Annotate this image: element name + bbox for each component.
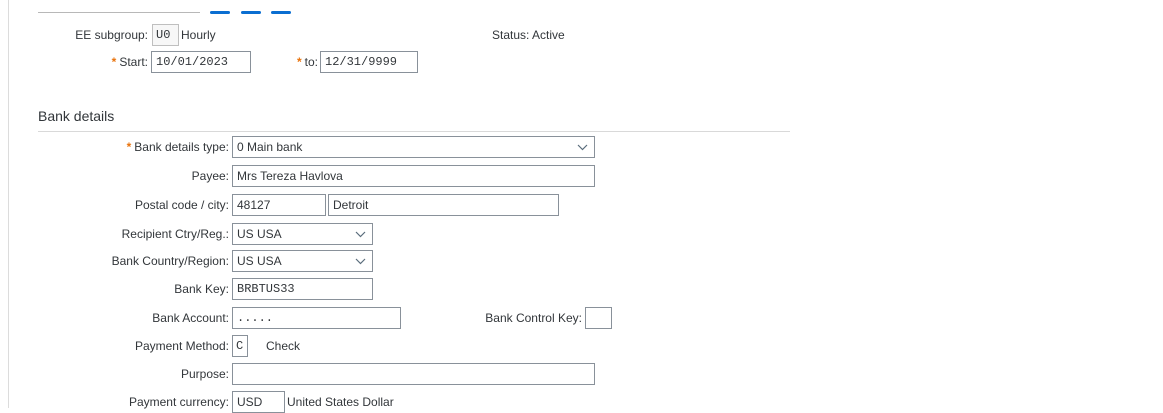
bank-country-label: Bank Country/Region: bbox=[111, 254, 229, 268]
ee-subgroup-code: U0 bbox=[152, 24, 179, 46]
section-title-bank-details: Bank details bbox=[38, 108, 115, 124]
payment-currency-label: Payment currency: bbox=[128, 395, 229, 409]
bank-key-label: Bank Key: bbox=[174, 282, 229, 296]
bank-control-key-input[interactable] bbox=[585, 307, 612, 329]
required-asterisk: * bbox=[296, 55, 302, 69]
status-value: Active bbox=[532, 28, 565, 42]
recipient-country-value: US USA bbox=[237, 227, 282, 241]
status-label: Status: bbox=[492, 28, 530, 42]
bank-key-input[interactable]: BRBTUS33 bbox=[232, 278, 373, 300]
bank-country-value: US USA bbox=[237, 254, 282, 268]
required-asterisk: * bbox=[126, 140, 132, 154]
city-input[interactable]: Detroit bbox=[328, 194, 559, 216]
bank-account-label: Bank Account: bbox=[152, 311, 229, 325]
payee-label: Payee: bbox=[191, 169, 229, 183]
payment-currency-input[interactable]: USD bbox=[232, 391, 285, 413]
end-date-input[interactable]: 12/31/9999 bbox=[320, 51, 418, 73]
ee-subgroup-text: Hourly bbox=[181, 28, 216, 42]
postal-code-input[interactable]: 48127 bbox=[232, 194, 326, 216]
recipient-country-label: Recipient Ctry/Reg.: bbox=[121, 227, 229, 241]
ee-subgroup-label: EE subgroup: bbox=[75, 28, 148, 42]
purpose-label: Purpose: bbox=[180, 367, 229, 381]
payment-method-text: Check bbox=[266, 339, 301, 353]
left-border bbox=[8, 0, 9, 408]
top-tab-indicator[interactable] bbox=[271, 11, 291, 14]
payment-method-input[interactable]: C bbox=[232, 335, 248, 357]
bank-details-type-value: 0 Main bank bbox=[237, 140, 303, 154]
top-divider bbox=[38, 12, 200, 13]
chevron-down-icon[interactable] bbox=[577, 137, 588, 157]
bank-control-key-label: Bank Control Key: bbox=[485, 311, 582, 325]
postal-city-label: Postal code / city: bbox=[134, 198, 229, 212]
bank-details-type-select[interactable]: 0 Main bank bbox=[232, 136, 595, 158]
payment-currency-text: United States Dollar bbox=[287, 395, 394, 409]
top-tab-indicator[interactable] bbox=[241, 11, 261, 14]
section-divider bbox=[38, 131, 790, 132]
purpose-input[interactable] bbox=[232, 363, 595, 385]
recipient-country-select[interactable]: US USA bbox=[232, 223, 373, 245]
payee-input[interactable]: Mrs Tereza Havlova bbox=[232, 165, 595, 187]
bank-details-type-label-wrap: * Bank details type: bbox=[40, 136, 229, 158]
status-field: Status: Active bbox=[492, 24, 565, 46]
chevron-down-icon[interactable] bbox=[355, 251, 366, 271]
start-date-input[interactable]: 10/01/2023 bbox=[151, 51, 251, 73]
chevron-down-icon[interactable] bbox=[355, 224, 366, 244]
to-label: to: bbox=[304, 55, 318, 69]
payment-method-label: Payment Method: bbox=[134, 339, 229, 353]
bank-details-type-label: Bank details type: bbox=[134, 140, 229, 154]
bank-country-select[interactable]: US USA bbox=[232, 250, 373, 272]
to-label-wrap: * to: bbox=[270, 51, 318, 73]
start-label-wrap: * Start: bbox=[40, 51, 148, 73]
required-asterisk: * bbox=[111, 55, 117, 69]
bank-account-input[interactable]: ..... bbox=[232, 307, 401, 329]
top-tab-indicator[interactable] bbox=[210, 11, 230, 14]
start-label: Start: bbox=[119, 55, 148, 69]
